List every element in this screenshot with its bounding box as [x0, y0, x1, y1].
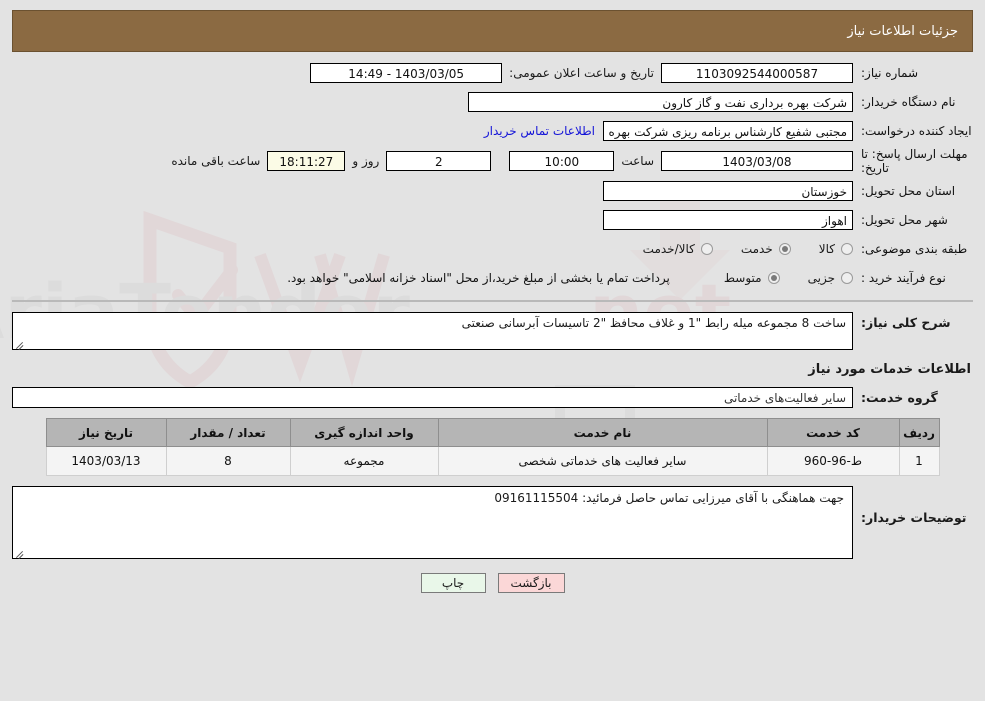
col-need-date: تاریخ نیاز	[45, 418, 167, 447]
description-text: ساخت 8 مجموعه میله رابط "1 و غلاف محافظ …	[461, 316, 846, 330]
radio-icon[interactable]	[841, 272, 853, 284]
buyer-org-label: نام دستگاه خریدار:	[861, 95, 956, 109]
creator-field[interactable]: مجتبی شفیع کارشناس برنامه ریزی شرکت بهره…	[603, 121, 853, 141]
category-option-label: کالا/خدمت	[642, 242, 695, 256]
description-label: شرح کلی نیاز:	[861, 315, 951, 330]
category-option-goods[interactable]: کالا	[819, 242, 853, 256]
buyer-org-field[interactable]: شرکت بهره برداری نفت و گاز کارون	[468, 92, 853, 112]
deadline-time-field[interactable]: 10:00	[509, 151, 615, 171]
purchase-type-label: نوع فرآیند خرید :	[861, 271, 946, 285]
buyer-comments-label: توضیحات خریدار:	[861, 510, 967, 525]
category-option-label: خدمت	[740, 242, 773, 256]
cell-index: 1	[898, 446, 940, 476]
public-announce-label: تاریخ و ساعت اعلان عمومی:	[509, 66, 654, 80]
col-service-name: نام خدمت	[437, 418, 768, 447]
row-buyer-comments: توضیحات خریدار: جهت هماهنگی با آقای میرز…	[12, 486, 973, 559]
category-option-service[interactable]: خدمت	[741, 242, 791, 256]
purchase-option-minor[interactable]: جزیی	[808, 271, 853, 285]
city-label: شهر محل تحویل:	[861, 213, 948, 227]
category-label: طبقه بندی موضوعی:	[861, 242, 968, 256]
page-title: جزئیات اطلاعات نیاز	[847, 23, 958, 39]
service-group-field[interactable]: سایر فعالیت‌های خدماتی	[12, 387, 853, 408]
radio-icon[interactable]	[767, 272, 780, 284]
radio-icon[interactable]	[700, 243, 713, 255]
services-table: ردیف کد خدمت نام خدمت واحد اندازه گیری ت…	[45, 418, 940, 476]
creator-label: ایجاد کننده درخواست:	[861, 124, 972, 138]
service-group-label: گروه خدمت:	[861, 390, 938, 405]
buyer-comments-textarea[interactable]: جهت هماهنگی با آقای میرزایی تماس حاصل فر…	[12, 486, 853, 559]
services-heading: اطلاعات خدمات مورد نیاز	[808, 362, 971, 377]
deadline-label: مهلت ارسال پاسخ: تا تاریخ:	[861, 147, 968, 175]
days-label: روز و	[352, 154, 380, 168]
payment-note: پرداخت تمام یا بخشی از مبلغ خرید،از محل …	[287, 271, 670, 285]
row-province: استان محل تحویل: خوزستان	[12, 178, 973, 204]
description-textarea[interactable]: ساخت 8 مجموعه میله رابط "1 و غلاف محافظ …	[12, 312, 853, 350]
print-button[interactable]: چاپ	[420, 573, 486, 593]
row-creator: ایجاد کننده درخواست: مجتبی شفیع کارشناس …	[12, 118, 973, 144]
services-panel: شرح کلی نیاز: ساخت 8 مجموعه میله رابط "1…	[12, 302, 973, 599]
resize-grip-icon[interactable]	[15, 338, 25, 350]
page-header: جزئیات اطلاعات نیاز	[12, 10, 973, 52]
province-field[interactable]: خوزستان	[603, 181, 853, 201]
purchase-option-medium[interactable]: متوسط	[724, 271, 780, 285]
province-label: استان محل تحویل:	[861, 184, 956, 198]
col-index: ردیف	[898, 418, 940, 447]
category-option-label: کالا	[818, 242, 835, 256]
purchase-radio-group: جزیی متوسط	[696, 271, 853, 285]
category-radio-group: کالا خدمت کالا/خدمت	[615, 242, 853, 256]
table-header-row: ردیف کد خدمت نام خدمت واحد اندازه گیری ت…	[45, 418, 940, 447]
need-number-label: شماره نیاز:	[861, 66, 918, 80]
row-need-number: شماره نیاز: 1103092544000587 تاریخ و ساع…	[12, 60, 973, 86]
cell-need-date: 1403/03/13	[45, 446, 167, 476]
remaining-label: ساعت باقی مانده	[171, 154, 261, 168]
row-category: طبقه بندی موضوعی: کالا خدمت کالا/خدمت	[12, 236, 973, 262]
deadline-date-field[interactable]: 1403/03/08	[661, 151, 853, 171]
city-field[interactable]: اهواز	[603, 210, 853, 230]
radio-icon[interactable]	[778, 243, 791, 255]
time-label: ساعت	[621, 154, 654, 168]
col-service-code: کد خدمت	[766, 418, 900, 447]
cell-unit: مجموعه	[289, 446, 439, 476]
col-unit: واحد اندازه گیری	[289, 418, 439, 447]
footer-buttons: بازگشت چاپ	[12, 573, 973, 593]
radio-icon[interactable]	[841, 243, 853, 255]
need-number-field[interactable]: 1103092544000587	[661, 63, 853, 83]
row-deadline: مهلت ارسال پاسخ: تا تاریخ: 1403/03/08 سا…	[12, 147, 973, 175]
resize-grip-icon[interactable]	[15, 547, 25, 559]
purchase-option-label: متوسط	[723, 271, 762, 285]
cell-service-code: ط-96-960	[766, 446, 900, 476]
col-quantity: تعداد / مقدار	[165, 418, 291, 447]
row-buyer-org: نام دستگاه خریدار: شرکت بهره برداری نفت …	[12, 89, 973, 115]
remaining-days-field[interactable]: 2	[386, 151, 492, 171]
buyer-contact-link[interactable]: اطلاعات تماس خریدار	[476, 124, 603, 138]
row-purchase-type: نوع فرآیند خرید : جزیی متوسط پرداخت تمام…	[12, 265, 973, 291]
buyer-comments-text: جهت هماهنگی با آقای میرزایی تماس حاصل فر…	[494, 491, 844, 505]
public-announce-field[interactable]: 1403/03/05 - 14:49	[310, 63, 503, 83]
row-service-group: گروه خدمت: سایر فعالیت‌های خدماتی	[12, 387, 973, 408]
category-option-goods-service[interactable]: کالا/خدمت	[643, 242, 713, 256]
purchase-option-label: جزیی	[807, 271, 835, 285]
cell-quantity: 8	[165, 446, 291, 476]
remaining-time-field[interactable]: 18:11:27	[267, 151, 346, 171]
row-description: شرح کلی نیاز: ساخت 8 مجموعه میله رابط "1…	[12, 312, 973, 350]
cell-service-name: سایر فعالیت های خدماتی شخصی	[437, 446, 768, 476]
need-info-panel: شماره نیاز: 1103092544000587 تاریخ و ساع…	[12, 52, 973, 302]
table-row: 1 ط-96-960 سایر فعالیت های خدماتی شخصی م…	[45, 446, 940, 476]
row-city: شهر محل تحویل: اهواز	[12, 207, 973, 233]
back-button[interactable]: بازگشت	[497, 573, 565, 593]
